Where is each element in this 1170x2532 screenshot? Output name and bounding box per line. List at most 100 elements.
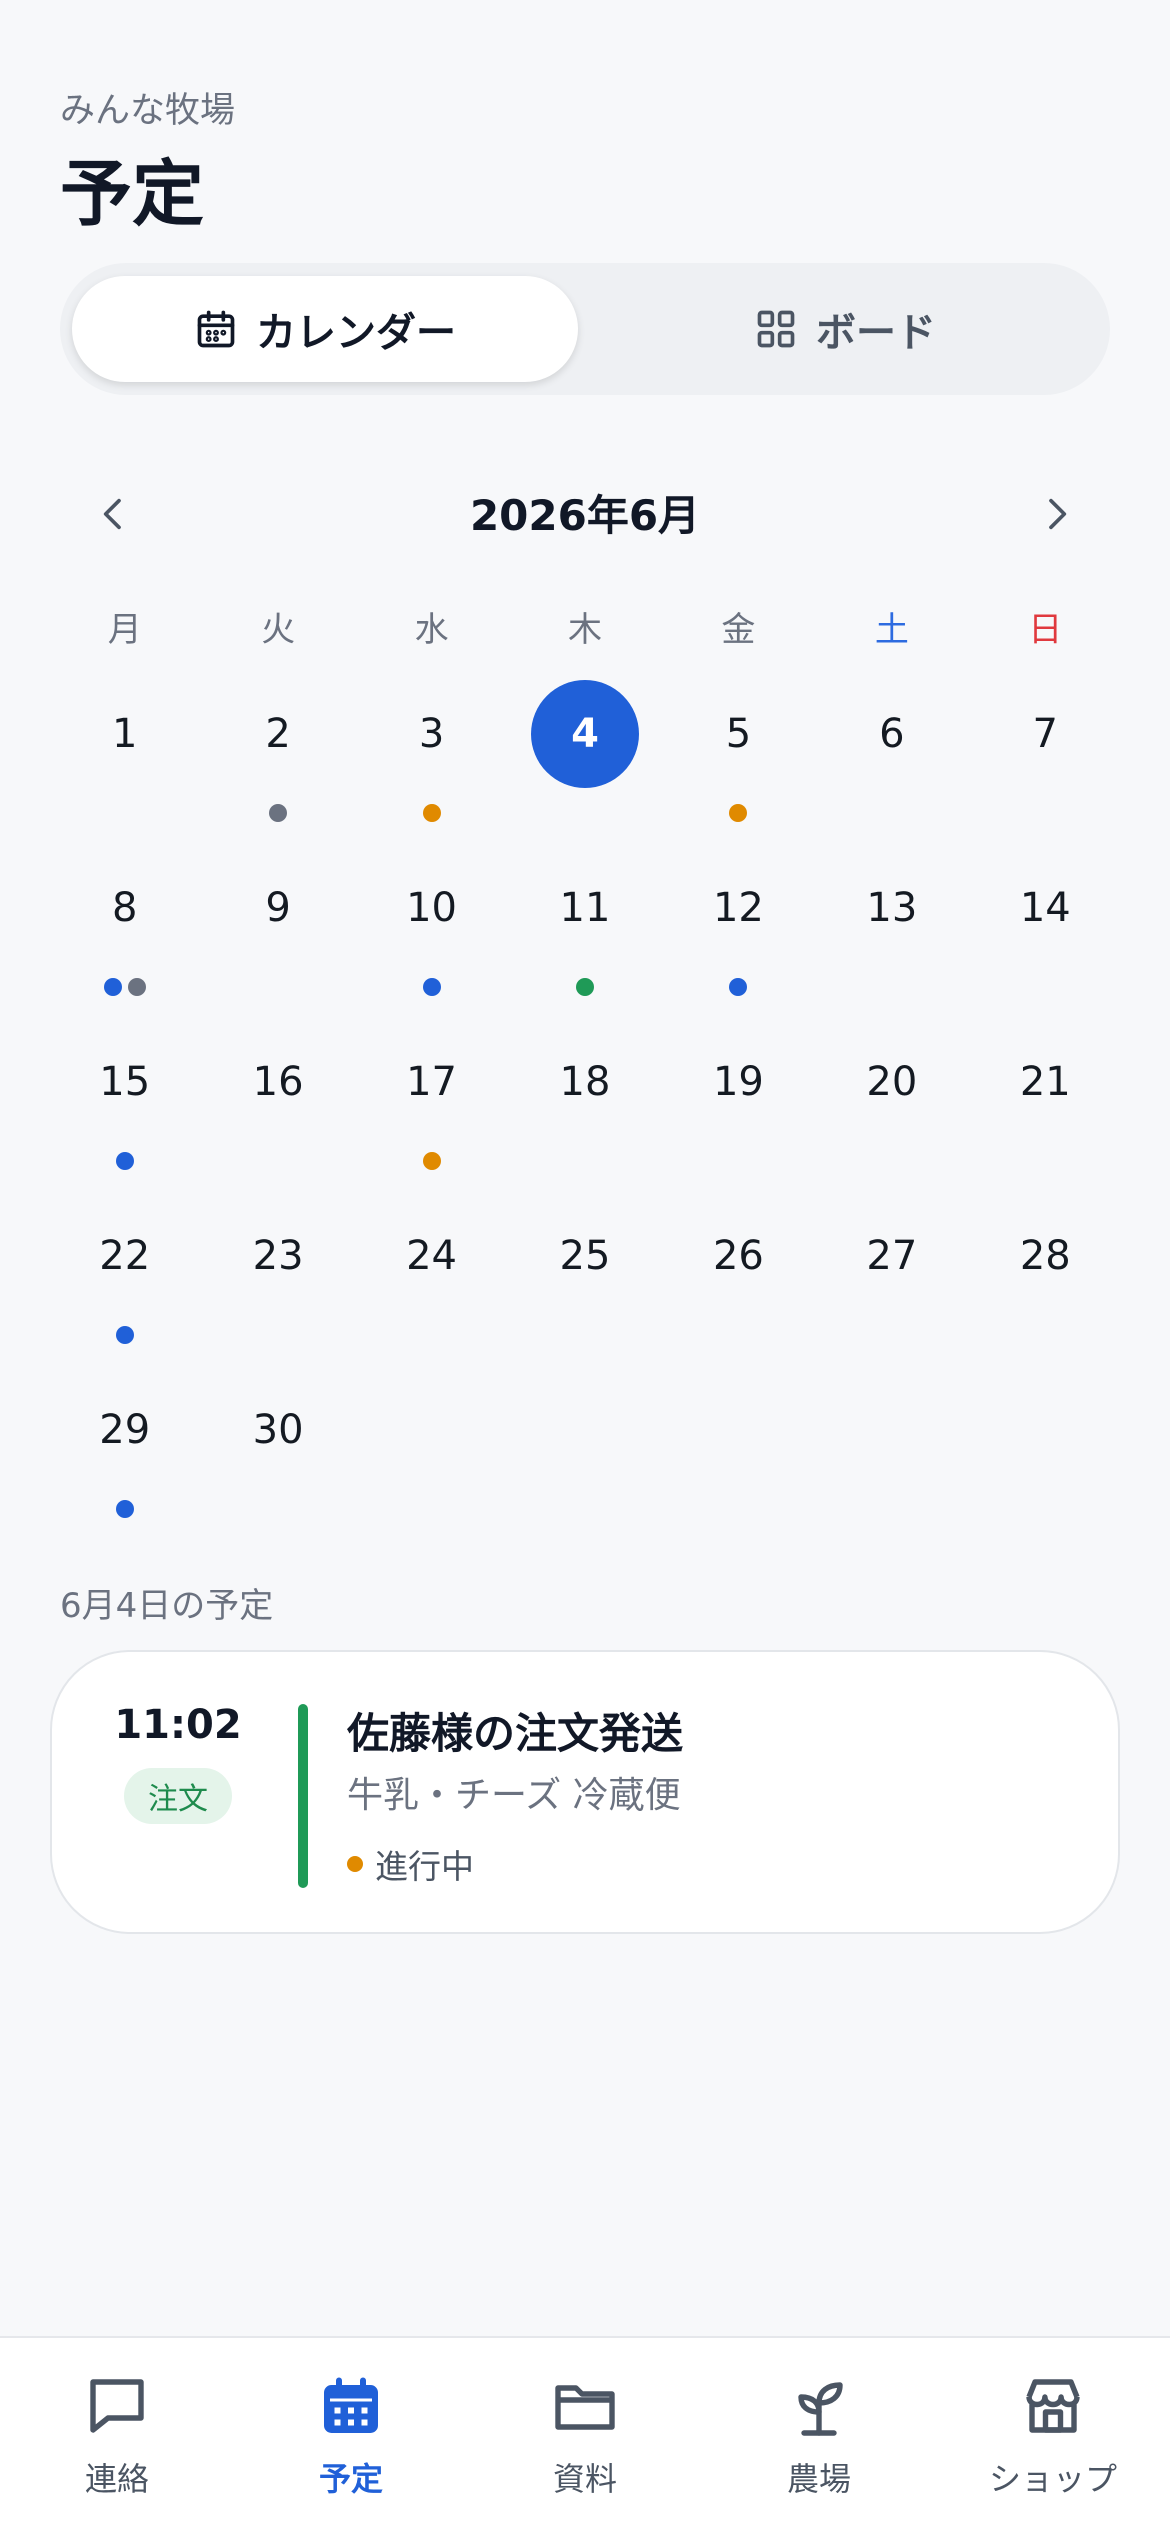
calendar-day-number: 16 (252, 1059, 304, 1105)
tab-documents[interactable]: 資料 (468, 2338, 702, 2532)
calendar-day[interactable]: 21 (969, 1028, 1122, 1202)
calendar-day[interactable]: 19 (662, 1028, 815, 1202)
event-dot (269, 804, 288, 822)
calendar-day-number: 12 (712, 885, 764, 931)
calendar-day[interactable]: 23 (201, 1202, 354, 1376)
calendar-day[interactable]: 7 (969, 680, 1122, 854)
month-title: 2026年6月 (469, 491, 701, 540)
event-indicators (422, 804, 441, 824)
calendar-day[interactable]: 5 (662, 680, 815, 854)
calendar-day[interactable]: 29 (48, 1376, 201, 1550)
calendar-day[interactable]: 17 (355, 1028, 508, 1202)
calendar-day-number: 2 (265, 711, 291, 757)
calendar-day[interactable]: 25 (508, 1202, 661, 1376)
next-month-button[interactable] (1020, 478, 1092, 550)
calendar-day[interactable]: 16 (201, 1028, 354, 1202)
folder-icon (555, 2385, 615, 2430)
calendar-day-number: 5 (725, 711, 752, 757)
calendar-day[interactable]: 2 (201, 680, 354, 854)
tab-shop[interactable]: ショップ (936, 2338, 1170, 2532)
calendar-day[interactable]: 27 (815, 1202, 968, 1376)
event-status: 進行中 (347, 1840, 474, 1888)
calendar-day-number: 21 (1019, 1059, 1071, 1105)
weekday-wed: 水 (414, 610, 449, 650)
calendar-icon (197, 310, 235, 348)
event-dot (575, 978, 594, 996)
calendar-day-number: 10 (406, 885, 458, 931)
weekday-thu: 木 (567, 610, 602, 650)
calendar-day-number: 17 (406, 1059, 458, 1105)
store-icon (1026, 2379, 1080, 2433)
calendar-day[interactable]: 28 (969, 1202, 1122, 1376)
calendar-day[interactable]: 4 (508, 680, 661, 854)
calendar-day-number: 15 (99, 1059, 151, 1105)
calendar-day[interactable]: 24 (355, 1202, 508, 1376)
app-name: みんな牧場 (60, 91, 236, 131)
event-dot (422, 978, 441, 996)
event-dot (115, 1326, 134, 1344)
calendar-view-label: カレンダー (256, 310, 456, 356)
event-indicators (575, 978, 594, 998)
chevron-right-icon (1049, 498, 1067, 530)
calendar-day-number: 11 (559, 885, 611, 931)
tab-schedule[interactable]: 予定 (234, 2338, 468, 2532)
event-indicators (115, 1152, 134, 1172)
board-view-button[interactable]: ボード (592, 276, 1098, 382)
calendar-day[interactable]: 9 (201, 854, 354, 1028)
tab-contact[interactable]: 連絡 (0, 2338, 234, 2532)
calendar-day[interactable]: 12 (662, 854, 815, 1028)
event-dot (729, 978, 748, 996)
event-time: 11:02 (114, 1702, 242, 1748)
tab-farm-label: 農場 (786, 2460, 851, 2498)
calendar-day[interactable]: 11 (508, 854, 661, 1028)
sprout-icon (798, 2382, 843, 2436)
event-indicators (115, 1326, 134, 1346)
event-card[interactable]: 11:02 注文 佐藤様の注文発送 牛乳・チーズ 冷蔵便 進行中 (50, 1650, 1120, 1934)
calendar-day[interactable]: 30 (201, 1376, 354, 1550)
calendar-day-number: 7 (1032, 711, 1058, 757)
calendar-day[interactable]: 8 (48, 854, 201, 1028)
calendar-day[interactable]: 6 (815, 680, 968, 854)
weekday-mon: 月 (107, 610, 142, 650)
weekday-tue: 火 (261, 610, 296, 650)
calendar-day[interactable]: 20 (815, 1028, 968, 1202)
event-indicators (729, 978, 748, 998)
grid-icon (757, 310, 795, 348)
calendar-day-number: 20 (866, 1059, 918, 1105)
calendar-day-number: 26 (712, 1233, 764, 1279)
event-dot (422, 804, 441, 822)
event-status-label: 進行中 (375, 1847, 474, 1886)
calendar-day-number: 23 (252, 1233, 304, 1279)
calendar-grid: 1 2 3 4 5 6 7 8 9 10 11 12 13 14 15 16 17 18 19 20 21 22 23 24 2… (48, 680, 1122, 1550)
weekday-sat: 土 (874, 610, 909, 650)
calendar-day-number: 27 (866, 1233, 918, 1279)
weekday-sun: 日 (1028, 610, 1063, 650)
calendar-day[interactable]: 13 (815, 854, 968, 1028)
calendar-day[interactable]: 26 (662, 1202, 815, 1376)
calendar-day-number: 28 (1019, 1233, 1071, 1279)
calendar-day-number: 13 (866, 885, 918, 931)
weekday-header: 月 火 水 木 金 土 日 (48, 600, 1122, 660)
event-indicators (422, 978, 441, 998)
calendar-day[interactable]: 10 (355, 854, 508, 1028)
calendar-view-button[interactable]: カレンダー (72, 276, 578, 382)
event-category-badge: 注文 (124, 1768, 232, 1824)
event-dot (729, 804, 748, 822)
calendar-day[interactable]: 14 (969, 854, 1122, 1028)
calendar-day-number: 24 (406, 1233, 458, 1279)
event-dot (115, 1152, 134, 1170)
event-indicators (422, 1152, 441, 1172)
calendar-day[interactable]: 15 (48, 1028, 201, 1202)
calendar-day[interactable]: 22 (48, 1202, 201, 1376)
calendar-day-number: 19 (712, 1059, 764, 1105)
event-title: 佐藤様の注文発送 (347, 1709, 684, 1758)
event-dot (422, 1152, 441, 1170)
tab-farm[interactable]: 農場 (702, 2338, 936, 2532)
selected-day-label: 6月4日の予定 (60, 1586, 274, 1626)
event-dot (103, 978, 122, 996)
calendar-day-number: 3 (418, 711, 445, 757)
calendar-day[interactable]: 18 (508, 1028, 661, 1202)
calendar-day-number: 30 (252, 1407, 304, 1453)
calendar-day[interactable]: 3 (355, 680, 508, 854)
calendar-day[interactable]: 1 (48, 680, 201, 854)
